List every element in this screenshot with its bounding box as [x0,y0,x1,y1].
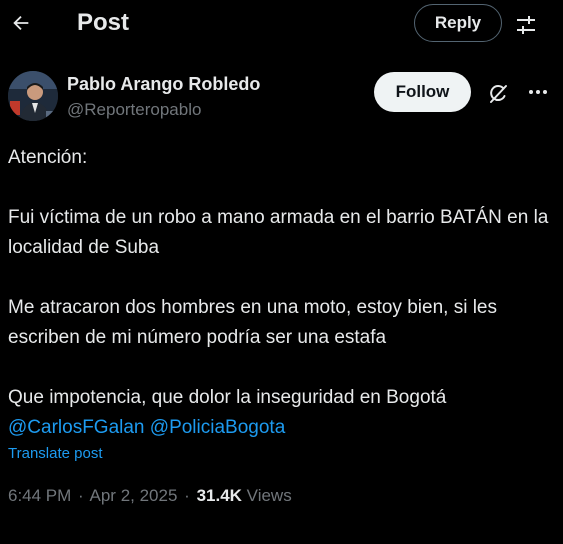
meta-separator: · [184,486,190,505]
post-date[interactable]: Apr 2, 2025 [90,486,178,505]
back-button[interactable] [4,6,38,40]
post-meta: 6:44 PM · Apr 2, 2025 · 31.4K Views [8,486,292,506]
page-title: Post [77,9,130,36]
post-line-3: Me atracaron dos hombres en una moto, es… [8,297,497,348]
filter-button[interactable] [511,11,541,39]
mention-link[interactable]: @PoliciaBogota [150,417,285,438]
post-line-2: Fui víctima de un robo a mano armada en … [8,207,549,258]
meta-separator: · [78,486,84,505]
author-handle[interactable]: @Reporteropablo [67,100,201,120]
more-horizontal-icon [529,90,547,94]
post-line-1: Atención: [8,147,88,168]
post-mentions: @CarlosFGalan @PoliciaBogota [8,413,553,443]
post-time[interactable]: 6:44 PM [8,486,71,505]
arrow-left-icon [13,15,29,31]
post-line-4: Que impotencia, que dolor la inseguridad… [8,387,447,408]
post-header: Post Reply [0,0,563,50]
avatar-image [8,71,58,121]
reply-button[interactable]: Reply [414,4,502,42]
mention-link[interactable]: @CarlosFGalan [8,417,145,438]
post-text: Atención: Fui víctima de un robo a mano … [8,143,553,443]
avatar[interactable] [8,71,58,121]
follow-button[interactable]: Follow [374,72,471,112]
author-row: Pablo Arango Robledo @Reporteropablo Fol… [0,64,563,128]
grok-icon [490,85,507,103]
author-name[interactable]: Pablo Arango Robledo [67,74,260,95]
translate-post-link[interactable]: Translate post [8,445,103,462]
more-button[interactable] [526,80,550,104]
views-count: 31.4K [196,486,242,505]
grok-button[interactable] [484,80,512,108]
sliders-icon [517,16,535,34]
views-label: Views [246,486,292,505]
